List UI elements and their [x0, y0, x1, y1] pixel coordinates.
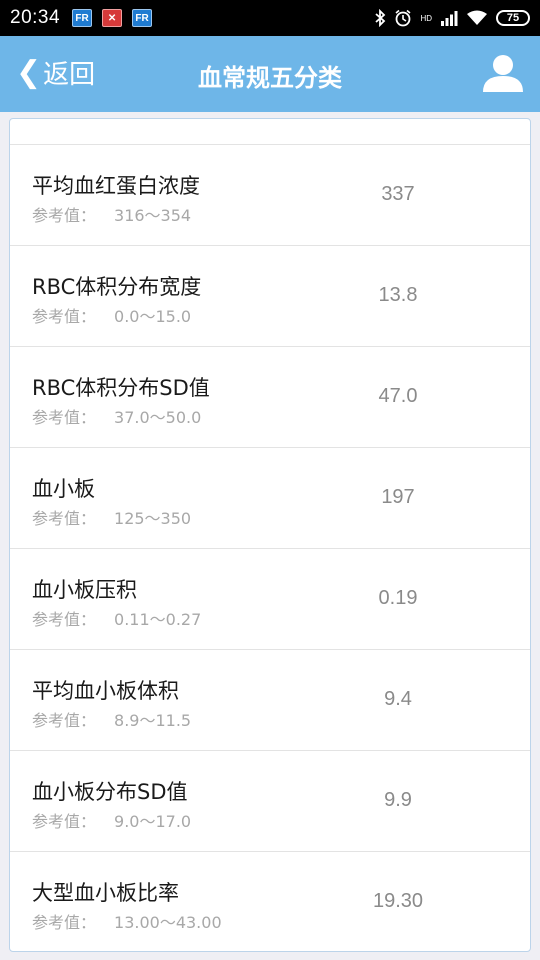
list-item[interactable]: 平均血红蛋白浓度参考值： 316～354 337: [10, 145, 530, 246]
reference-value: 9.0～17.0: [114, 812, 192, 831]
item-name: 血小板压积: [32, 578, 137, 602]
reference-range: 参考值： 9.0～17.0: [32, 808, 191, 832]
item-name: 血小板分布SD值: [32, 780, 188, 804]
network-label: HD: [420, 13, 432, 23]
reference-label: 参考值：: [32, 206, 97, 225]
item-name: 平均血红蛋白浓度: [32, 174, 200, 198]
result-value: 19.30: [372, 890, 424, 912]
reference-value: 13.00～43.00: [114, 913, 222, 932]
reference-label: 参考值：: [32, 812, 97, 831]
reference-range: 参考值： 316～354: [32, 202, 191, 226]
reference-label: 参考值：: [32, 711, 97, 730]
item-name: RBC体积分布SD值: [32, 376, 210, 400]
list-item[interactable]: 血小板参考值： 125～350 197: [10, 448, 530, 549]
list-item[interactable]: RBC体积分布宽度参考值： 0.0～15.0 13.8: [10, 246, 530, 347]
bluetooth-icon: [375, 9, 386, 27]
battery-indicator: 75: [496, 10, 530, 26]
result-value: 47.0: [378, 385, 418, 407]
reference-value: 37.0～50.0: [114, 408, 202, 427]
reference-range: 参考值： 0.11～0.27: [32, 606, 201, 630]
list-item[interactable]: 大型血小板比率参考值： 13.00～43.00 19.30: [10, 852, 530, 951]
result-value: 9.4: [384, 688, 412, 710]
item-name: RBC体积分布宽度: [32, 275, 202, 299]
reference-value: 0.11～0.27: [114, 610, 202, 629]
result-value: 337: [381, 183, 415, 205]
reference-label: 参考值：: [32, 509, 97, 528]
item-name: 大型血小板比率: [32, 881, 179, 905]
item-name: 平均血小板体积: [32, 679, 179, 703]
app-fr-icon: FR: [72, 9, 93, 27]
notification-icons: FR ✕ FR: [72, 9, 153, 27]
status-time: 20:34: [10, 7, 61, 28]
reference-label: 参考值：: [32, 913, 97, 932]
user-icon[interactable]: [482, 54, 524, 92]
header-bar: ❮ 返回 血常规五分类: [0, 36, 540, 112]
alarm-icon: [395, 9, 411, 27]
reference-range: 参考值： 0.0～15.0: [32, 303, 191, 327]
reference-range: 参考值： 37.0～50.0: [32, 404, 201, 428]
reference-value: 125～350: [114, 509, 192, 528]
reference-range: 参考值： 125～350: [32, 505, 191, 529]
reference-range: 参考值： 13.00～43.00: [32, 909, 222, 933]
reference-value: 0.0～15.0: [114, 307, 192, 326]
app-red-icon: ✕: [102, 9, 123, 27]
list-item[interactable]: 血小板压积参考值： 0.11～0.27 0.19: [10, 549, 530, 650]
page-title: 血常规五分类: [198, 64, 342, 92]
reference-label: 参考值：: [32, 408, 97, 427]
wifi-icon: [467, 10, 487, 25]
list-item[interactable]: 血小板分布SD值参考值： 9.0～17.0 9.9: [10, 751, 530, 852]
list-top-row: [10, 119, 530, 145]
reference-label: 参考值：: [32, 307, 97, 326]
reference-range: 参考值： 8.9～11.5: [32, 707, 191, 731]
reference-label: 参考值：: [32, 610, 97, 629]
signal-icon: [441, 11, 458, 26]
app-fr-icon: FR: [132, 9, 153, 27]
results-list: 平均血红蛋白浓度 参考值： 316～354 337 RBC体积分布宽度 参考值： 0.0～1…: [9, 118, 531, 952]
list-item[interactable]: RBC体积分布SD值参考值： 37.0～50.0 47.0: [10, 347, 530, 448]
item-name: 血小板: [32, 477, 95, 501]
result-value: 0.19: [378, 587, 418, 609]
result-value: 13.8: [378, 284, 418, 306]
result-value: 197: [381, 486, 415, 508]
status-right: HD 75: [374, 9, 530, 27]
list-item[interactable]: 平均血小板体积参考值： 8.9～11.5 9.4: [10, 650, 530, 751]
reference-value: 316～354: [114, 206, 192, 225]
status-bar: 20:34 FR ✕ FR HD 75: [0, 0, 540, 36]
reference-value: 8.9～11.5: [114, 711, 192, 730]
result-value: 9.9: [384, 789, 412, 811]
